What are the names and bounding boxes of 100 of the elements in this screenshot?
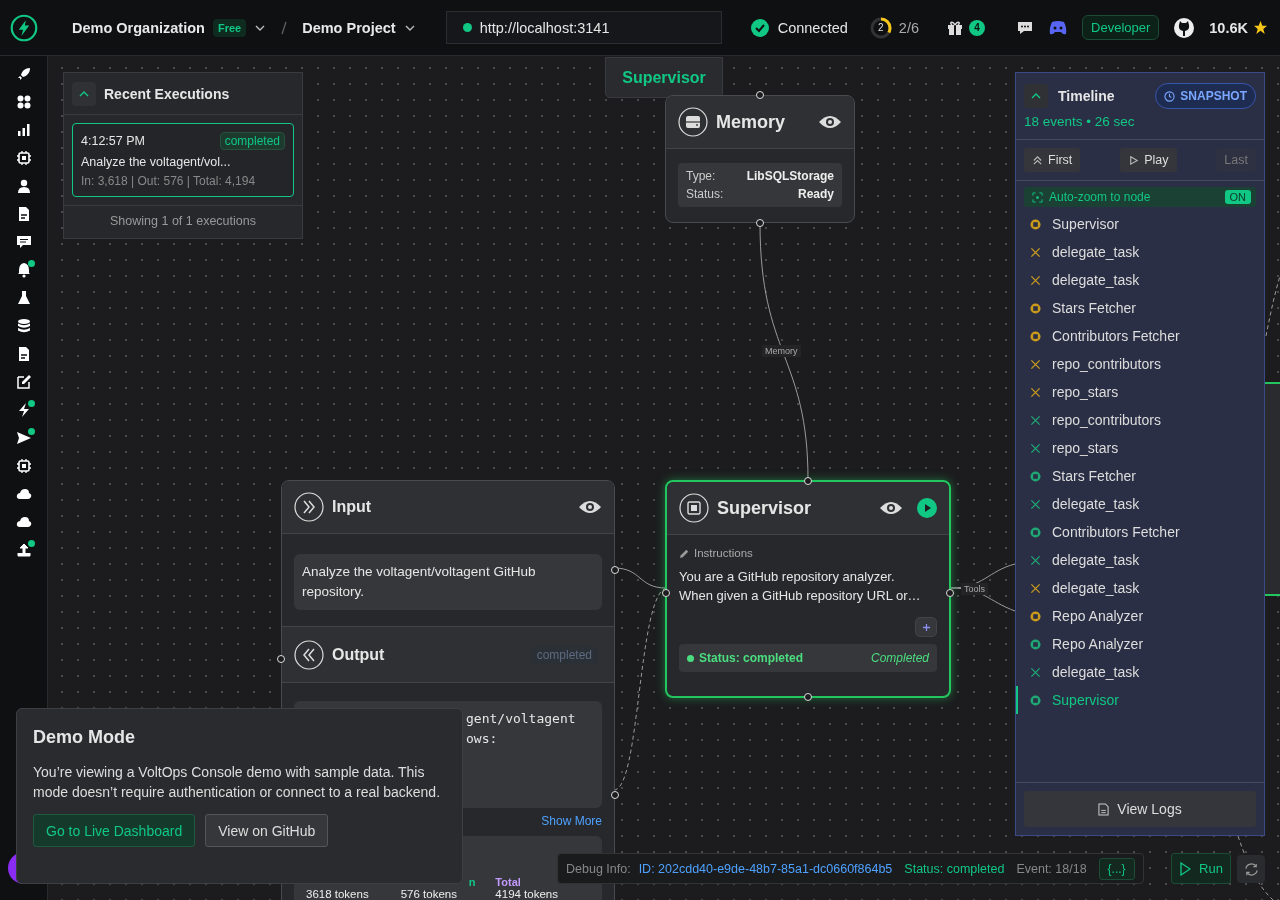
add-button[interactable]	[915, 617, 937, 637]
timeline-event[interactable]: delegate_task	[1016, 574, 1256, 602]
timeline-event[interactable]: repo_contributors	[1016, 406, 1256, 434]
collapse-button[interactable]	[72, 81, 96, 106]
output-text: ows:	[466, 730, 498, 748]
database-icon[interactable]	[15, 318, 32, 334]
collapse-button[interactable]	[1024, 84, 1048, 108]
status-dot	[687, 654, 694, 662]
timeline-event[interactable]: delegate_task	[1016, 266, 1256, 294]
status-badge: completed	[530, 645, 598, 664]
timeline-summary: 18 events • 26 sec	[1024, 114, 1136, 129]
server-url-field[interactable]: http://localhost:3141	[445, 11, 722, 44]
agent-node[interactable]: Supervisor Instructions You are a GitHub repository analyzer. When given a GitHub repository URL or… Status: completed Completed	[665, 480, 951, 698]
user-icon[interactable]	[15, 178, 32, 194]
timeline-event[interactable]: Stars Fetcher	[1016, 294, 1256, 322]
notification-dot	[27, 428, 35, 435]
chart-icon[interactable]	[15, 122, 32, 138]
notification-dot	[27, 400, 35, 407]
connection-handle[interactable]	[277, 655, 285, 663]
flask-icon[interactable]	[15, 290, 32, 306]
upload-icon[interactable]	[15, 542, 32, 558]
connection-handle[interactable]	[946, 589, 954, 597]
play-button-icon[interactable]	[917, 498, 937, 518]
double-chevron-left-icon	[294, 639, 324, 670]
star-icon	[1253, 20, 1268, 35]
run-button[interactable]: Run	[1171, 853, 1231, 884]
timeline-event[interactable]: delegate_task	[1016, 658, 1256, 686]
property-label: Status:	[686, 187, 724, 201]
bolt-logo-icon[interactable]	[10, 13, 38, 42]
view-logs-button[interactable]: View Logs	[1024, 791, 1256, 827]
output-text: gent/voltagent	[466, 710, 576, 728]
timeline-event[interactable]: Repo Analyzer	[1016, 602, 1256, 630]
timeline-event[interactable]: Stars Fetcher	[1016, 462, 1256, 490]
focus-icon	[1032, 191, 1043, 203]
refresh-button[interactable]	[1237, 855, 1265, 883]
show-more-link[interactable]: Show More	[541, 814, 602, 828]
chip-icon[interactable]	[15, 458, 32, 474]
octocat-icon[interactable]	[1173, 16, 1196, 39]
plan-badge: Free	[212, 18, 247, 37]
connection-handle[interactable]	[662, 589, 670, 597]
github-button[interactable]: View on GitHub	[205, 814, 329, 847]
eye-icon[interactable]	[578, 499, 602, 515]
execution-id[interactable]: ID: 202cdd40-e9de-48b7-85a1-dc0660f864b5	[638, 861, 893, 876]
plus-icon	[921, 622, 931, 632]
send-icon[interactable]	[15, 430, 32, 446]
timeline-event[interactable]: Contributors Fetcher	[1016, 322, 1256, 350]
game-controller-icon[interactable]	[1048, 19, 1069, 36]
property-label: Type:	[686, 169, 716, 183]
chip-icon[interactable]	[15, 150, 32, 166]
auto-zoom-toggle[interactable]: Auto-zoom to node ON	[1024, 187, 1256, 207]
timeline-event[interactable]: delegate_task	[1016, 238, 1256, 266]
eye-icon[interactable]	[818, 114, 842, 130]
progress-count: 2/6	[898, 19, 919, 36]
progress-ring[interactable]: 2	[868, 15, 893, 40]
storage-icon	[678, 107, 708, 137]
grid-icon[interactable]	[15, 94, 32, 110]
eye-icon[interactable]	[879, 500, 903, 516]
token-label: n	[468, 876, 476, 888]
play-icon	[1128, 154, 1140, 166]
timeline-event[interactable]: Supervisor	[1016, 686, 1256, 714]
timeline-event[interactable]: repo_stars	[1016, 378, 1256, 406]
token-label: Total	[495, 876, 521, 888]
node-tab[interactable]: Supervisor	[605, 57, 723, 98]
timeline-event[interactable]: Supervisor	[1016, 210, 1256, 238]
cloud-icon[interactable]	[15, 514, 32, 530]
status-badge: completed	[219, 132, 285, 150]
snapshot-button[interactable]: SNAPSHOT	[1155, 83, 1256, 109]
live-dashboard-button[interactable]: Go to Live Dashboard	[33, 814, 196, 847]
panel-title: Recent Executions	[104, 85, 230, 102]
connection-handle[interactable]	[756, 219, 764, 227]
chat-icon[interactable]	[15, 234, 32, 250]
execution-card[interactable]: 4:12:57 PM completed Analyze the voltagent/vol... In: 3,618 | Out: 576 | Total: 4,194	[72, 123, 294, 197]
connection-handle[interactable]	[611, 566, 619, 574]
separator-icon	[280, 19, 289, 36]
timeline-event[interactable]: delegate_task	[1016, 490, 1256, 518]
timeline-control-button[interactable]: Play	[1120, 148, 1177, 172]
node-title: Input	[332, 498, 373, 516]
token-value: 4194 tokens	[495, 888, 559, 900]
cloud-icon[interactable]	[15, 486, 32, 502]
connection-status: Connected	[777, 19, 848, 36]
timeline-event[interactable]: repo_contributors	[1016, 350, 1256, 378]
timeline-event[interactable]: Contributors Fetcher	[1016, 518, 1256, 546]
timeline-control-button[interactable]: First	[1024, 148, 1081, 172]
property-value: Ready	[797, 187, 834, 201]
timeline-event[interactable]: Repo Analyzer	[1016, 630, 1256, 658]
organization-name[interactable]: Demo Organization	[72, 19, 205, 36]
clock-icon	[1164, 90, 1176, 102]
project-name[interactable]: Demo Project	[302, 19, 396, 36]
connection-handle[interactable]	[611, 791, 619, 799]
connection-handle[interactable]	[804, 693, 812, 701]
node-title: Memory	[716, 111, 787, 133]
timeline-event[interactable]: delegate_task	[1016, 546, 1256, 574]
timeline-event[interactable]: repo_stars	[1016, 434, 1256, 462]
notification-dot	[27, 540, 35, 547]
star-count: 10.6K	[1209, 19, 1248, 36]
edit-icon[interactable]	[15, 374, 32, 390]
json-button[interactable]: {...}	[1098, 857, 1135, 880]
dashed-connector-line	[1265, 275, 1280, 337]
property-value: LibSQLStorage	[746, 169, 834, 183]
gift-icon[interactable]	[946, 18, 964, 37]
